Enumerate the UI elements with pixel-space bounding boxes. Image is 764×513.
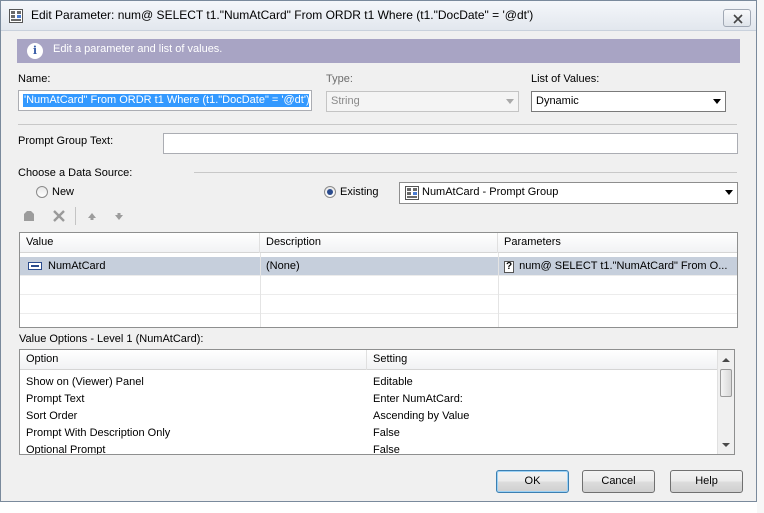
option-cell: Show on (Viewer) Panel — [26, 376, 144, 388]
empty-row — [20, 314, 737, 327]
column-header-parameters[interactable]: Parameters — [498, 233, 737, 253]
info-icon: i — [27, 43, 43, 59]
move-down-icon[interactable] — [111, 208, 127, 224]
column-header-value[interactable]: Value — [20, 233, 260, 253]
value-text: NumAtCard — [48, 260, 106, 272]
parameter-icon: ? — [504, 261, 515, 273]
table-row[interactable]: Prompt With Description Only False — [20, 425, 717, 442]
chevron-down-icon — [506, 99, 514, 104]
existing-source-value: NumAtCard - Prompt Group — [422, 186, 559, 198]
delete-icon[interactable] — [51, 208, 67, 224]
setting-cell[interactable]: False — [367, 442, 717, 454]
setting-cell[interactable]: Ascending by Value — [367, 408, 717, 425]
column-divider — [498, 253, 499, 327]
type-label: Type: — [326, 73, 353, 85]
new-radio[interactable] — [36, 186, 48, 198]
ok-button[interactable]: OK — [496, 470, 569, 493]
type-select-value: String — [331, 95, 360, 107]
existing-radio[interactable] — [324, 186, 336, 198]
table-row[interactable]: Optional Prompt False — [20, 442, 717, 455]
option-cell: Prompt With Description Only — [26, 427, 171, 439]
description-cell: (None) — [266, 260, 300, 272]
info-banner: i Edit a parameter and list of values. — [17, 39, 740, 63]
value-options-title: Value Options - Level 1 (NumAtCard): — [19, 333, 204, 345]
prompt-group-label: Prompt Group Text: — [18, 135, 114, 147]
table-row[interactable]: Show on (Viewer) Panel Editable — [20, 374, 717, 391]
column-divider — [260, 253, 261, 327]
divider — [194, 172, 737, 173]
field-icon — [28, 262, 42, 271]
setting-cell[interactable]: Enter NumAtCard: — [367, 391, 717, 408]
edit-parameter-dialog: Edit Parameter: num@ SELECT t1."NumAtCar… — [0, 0, 757, 502]
window-title: Edit Parameter: num@ SELECT t1."NumAtCar… — [31, 8, 534, 22]
empty-row — [20, 295, 737, 314]
list-of-values-select[interactable]: Dynamic — [531, 91, 726, 112]
name-field-value: 'NumAtCard" From ORDR t1 Where (t1."DocD… — [23, 94, 309, 107]
option-cell: Prompt Text — [26, 393, 85, 405]
background-window-edge — [757, 0, 764, 513]
chevron-down-icon — [713, 99, 721, 104]
bag-icon[interactable] — [21, 208, 37, 224]
table-row[interactable]: Sort Order Ascending by Value — [20, 408, 717, 425]
option-cell: Sort Order — [26, 410, 78, 422]
setting-cell[interactable]: False — [367, 425, 717, 442]
parameter-grid-icon — [9, 9, 23, 23]
scroll-up-icon[interactable] — [718, 353, 734, 367]
scroll-thumb[interactable] — [720, 369, 732, 397]
move-up-icon[interactable] — [84, 208, 100, 224]
parameters-cell: ? num@ SELECT t1."NumAtCard" From O... — [498, 257, 737, 275]
column-header-option[interactable]: Option — [20, 350, 367, 370]
options-table-header: Option Setting — [20, 350, 717, 370]
divider — [18, 124, 737, 125]
chevron-down-icon — [725, 190, 733, 195]
name-label: Name: — [18, 73, 51, 85]
options-scrollbar[interactable] — [717, 350, 734, 454]
option-cell: Optional Prompt — [26, 444, 106, 455]
list-of-values-value: Dynamic — [536, 95, 579, 107]
info-text: Edit a parameter and list of values. — [53, 43, 223, 55]
table-row[interactable]: Prompt Text Enter NumAtCard: — [20, 391, 717, 408]
existing-source-select[interactable]: NumAtCard - Prompt Group — [399, 182, 738, 204]
data-source-label: Choose a Data Source: — [18, 167, 133, 179]
parameter-grid-icon — [405, 186, 419, 200]
close-button[interactable] — [723, 9, 751, 27]
cancel-button[interactable]: Cancel — [582, 470, 655, 493]
name-field[interactable]: 'NumAtCard" From ORDR t1 Where (t1."DocD… — [18, 90, 312, 111]
new-radio-label[interactable]: New — [52, 186, 74, 198]
type-select: String — [326, 91, 519, 112]
existing-radio-label[interactable]: Existing — [340, 186, 379, 198]
prompt-group-field[interactable] — [163, 133, 738, 154]
setting-cell[interactable]: Editable — [367, 374, 717, 391]
title-bar[interactable]: Edit Parameter: num@ SELECT t1."NumAtCar… — [1, 1, 756, 31]
list-of-values-label: List of Values: — [531, 73, 600, 85]
parameters-text: num@ SELECT t1."NumAtCard" From O... — [519, 260, 728, 272]
toolbar-separator — [75, 207, 76, 225]
column-header-description[interactable]: Description — [260, 233, 498, 253]
close-icon — [733, 14, 743, 24]
help-button[interactable]: Help — [670, 470, 743, 493]
table-row[interactable]: NumAtCard (None) ? num@ SELECT t1."NumAtC… — [20, 257, 737, 276]
values-table: Value Description Parameters NumAtCard (… — [19, 232, 738, 328]
options-table: Option Setting Show on (Viewer) Panel Ed… — [19, 349, 735, 455]
scroll-down-icon[interactable] — [718, 438, 734, 452]
empty-row — [20, 276, 737, 295]
value-cell: NumAtCard — [20, 257, 260, 275]
column-header-setting[interactable]: Setting — [367, 350, 717, 370]
values-table-header: Value Description Parameters — [20, 233, 737, 253]
